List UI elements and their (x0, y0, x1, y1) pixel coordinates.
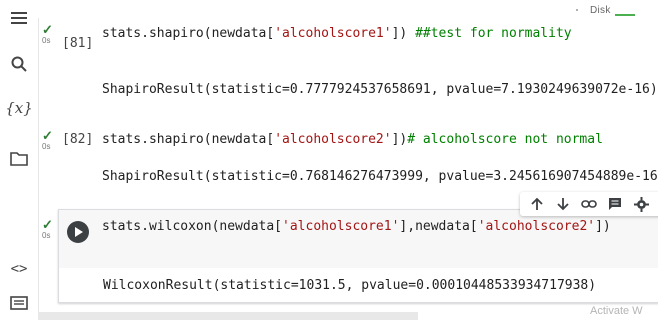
run-cell-button[interactable] (67, 221, 89, 243)
terminal-icon[interactable] (9, 293, 29, 313)
code-text: stats.shapiro(newdata[ (102, 26, 275, 41)
activation-watermark: Activate W (590, 305, 643, 317)
link-icon[interactable] (578, 193, 600, 215)
code-text: ]) (391, 26, 416, 41)
left-sidebar: {x} <> (0, 0, 39, 320)
execution-time: 0s (42, 231, 51, 240)
code-comment: # alcoholscore not normal (407, 132, 603, 147)
settings-icon[interactable] (630, 193, 652, 215)
top-bar: Disk (38, 0, 658, 18)
search-icon[interactable] (9, 54, 29, 74)
code-text: ]) (595, 219, 611, 234)
cell-toolbar (520, 192, 658, 216)
code-editor[interactable]: stats.shapiro(newdata['alcoholscore2'])#… (102, 132, 603, 147)
code-comment: ##test for normality (415, 26, 572, 41)
arrow-up-icon[interactable] (526, 193, 548, 215)
disk-usage-bar (615, 14, 635, 16)
code-cell[interactable]: ✓ 0s [81] stats.shapiro(newdata['alcohol… (38, 22, 658, 112)
code-string: 'alcoholscore1' (274, 26, 392, 41)
disk-label: Disk (590, 5, 611, 16)
cell-output: ShapiroResult(statistic=0.77779245376586… (102, 82, 658, 97)
code-cell-active[interactable]: ✓ 0s WilcoxonResult(statistic=1031.5, pv… (38, 205, 658, 305)
code-string: 'alcoholscore2' (274, 132, 392, 147)
folder-icon[interactable] (9, 148, 29, 168)
comment-icon[interactable] (604, 193, 626, 215)
play-icon (75, 227, 83, 237)
status-dot (576, 9, 578, 11)
code-cell[interactable]: ✓ 0s [82] stats.shapiro(newdata['alcohol… (38, 128, 658, 188)
execution-count: [82] (62, 132, 94, 147)
code-string: 'alcoholscore2' (477, 219, 596, 234)
code-string: 'alcoholscore1' (282, 219, 400, 234)
execution-time: 0s (42, 142, 51, 151)
code-text: ]) (391, 132, 408, 147)
horizontal-scrollbar[interactable] (38, 312, 418, 320)
cell-output: ShapiroResult(statistic=0.76814627647399… (102, 169, 658, 184)
menu-icon[interactable] (9, 8, 29, 28)
code-editor[interactable]: stats.shapiro(newdata['alcoholscore1']) … (102, 26, 572, 41)
code-text: ],newdata[ (399, 219, 478, 234)
variables-icon[interactable]: {x} (5, 98, 33, 118)
arrow-down-icon[interactable] (552, 193, 574, 215)
code-editor[interactable]: stats.wilcoxon(newdata['alcoholscore1'],… (102, 219, 611, 234)
code-text: stats.shapiro(newdata[ (102, 132, 275, 147)
execution-count: [81] (62, 36, 94, 51)
execution-time: 0s (42, 36, 51, 45)
cell-output: WilcoxonResult(statistic=1031.5, pvalue=… (103, 278, 597, 293)
code-text: stats.wilcoxon(newdata[ (102, 219, 283, 234)
code-icon[interactable]: <> (9, 259, 29, 279)
